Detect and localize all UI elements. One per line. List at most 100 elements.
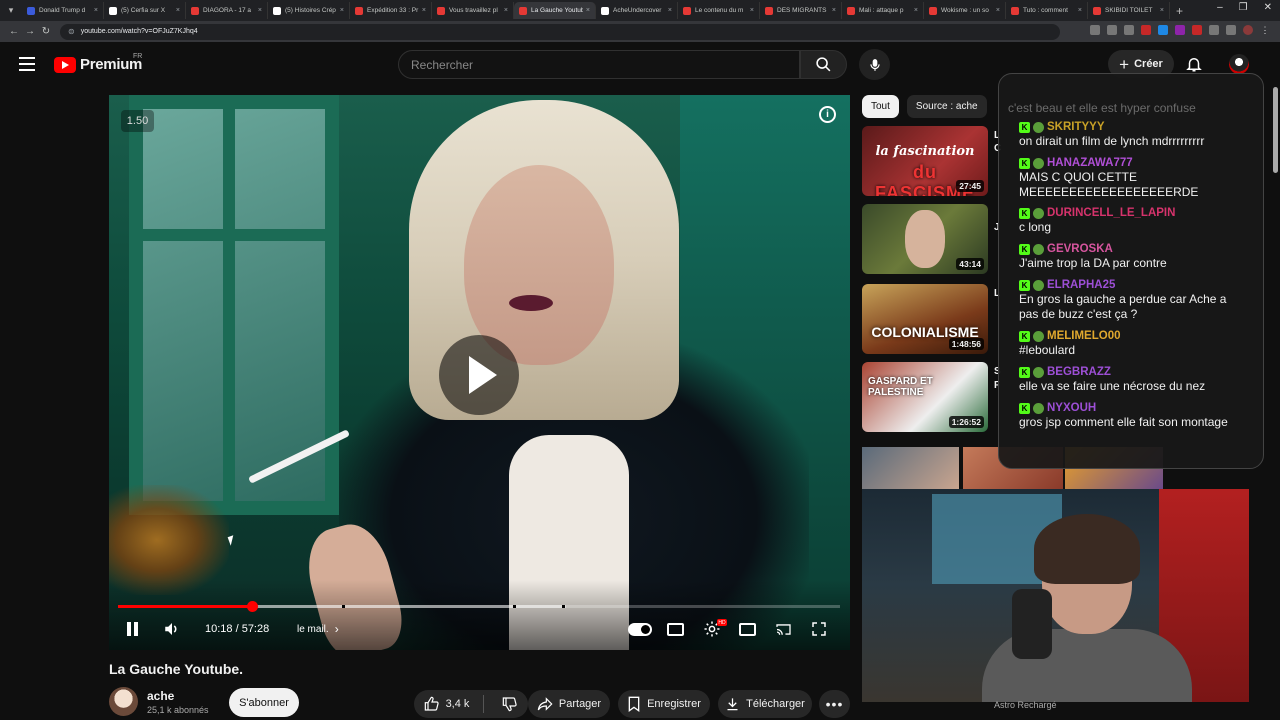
zoom-icon[interactable] (1107, 25, 1117, 35)
fullscreen-icon[interactable] (811, 621, 827, 637)
browser-tab[interactable]: SKIBIDI TOILET × (1088, 2, 1170, 19)
back-icon[interactable]: ← (6, 26, 22, 37)
related-video-thumbnail[interactable]: COLONIALISME 1:48:56 (862, 284, 988, 354)
browser-tab[interactable]: Wokisme : un so × (924, 2, 1006, 19)
subscriber-badge-icon (1033, 402, 1044, 414)
browser-tab[interactable]: (5) Cerfia sur X × (104, 2, 186, 19)
channel-name[interactable]: ache (147, 689, 174, 703)
tab-close-icon[interactable]: × (94, 7, 98, 14)
tab-title: SKIBIDI TOILET (1105, 7, 1153, 14)
volume-icon[interactable] (162, 619, 182, 639)
tab-close-icon[interactable]: × (504, 7, 508, 14)
progress-played (118, 605, 252, 608)
scrubber-handle[interactable] (246, 601, 258, 612)
chat-user[interactable]: K GEVROSKA (1019, 243, 1249, 255)
tab-search-icon[interactable]: ▾ (4, 4, 18, 18)
video-player[interactable]: 1.50 i 10:18 / 57:28 le mail. › HD (109, 95, 850, 650)
related-video-thumbnail[interactable]: la fascination du FASCISME 27:45 (862, 126, 988, 196)
tab-close-icon[interactable]: × (832, 7, 836, 14)
big-play-icon[interactable] (439, 335, 519, 415)
chat-user[interactable]: K MELIMELO00 (1019, 330, 1249, 342)
forward-icon[interactable]: → (22, 26, 38, 37)
bookmark-star-icon[interactable] (1124, 25, 1134, 35)
pause-icon[interactable] (125, 619, 139, 639)
channel-avatar[interactable] (109, 687, 138, 716)
install-icon[interactable] (1090, 25, 1100, 35)
download-button[interactable]: Télécharger (718, 690, 812, 718)
tab-close-icon[interactable]: × (668, 7, 672, 14)
chip-all[interactable]: Tout (862, 95, 899, 118)
more-actions-button[interactable]: ••• (819, 690, 850, 718)
browser-tab[interactable]: Expédition 33 : Pr × (350, 2, 432, 19)
tab-close-icon[interactable]: × (750, 7, 754, 14)
tab-close-icon[interactable]: × (176, 7, 180, 14)
autoplay-toggle[interactable] (628, 623, 652, 636)
subtitles-icon[interactable] (667, 623, 684, 636)
browser-tab[interactable]: (5) Histoires Crép × (268, 2, 350, 19)
browser-tab[interactable]: DES MIGRANTS × (760, 2, 842, 19)
minimize-icon[interactable]: – (1217, 2, 1223, 13)
chat-user[interactable]: K NYXOUH (1019, 402, 1249, 414)
youtube-logo[interactable]: Premium (54, 56, 142, 73)
extension-icon[interactable] (1141, 25, 1151, 35)
chat-user[interactable]: K HANAZAWA777 (1019, 157, 1249, 169)
cast-icon[interactable] (775, 623, 792, 636)
extension-icon[interactable] (1209, 25, 1219, 35)
new-tab-icon[interactable]: + (1176, 4, 1183, 18)
account-avatar[interactable] (1229, 54, 1249, 74)
extension-icon[interactable] (1175, 25, 1185, 35)
chat-user[interactable]: K SKRITYYY (1019, 121, 1249, 133)
page-scrollbar[interactable] (1273, 87, 1278, 173)
related-video-thumbnail[interactable]: 43:14 (862, 204, 988, 274)
chat-message: K HANAZAWA777 MAIS C QUOI CETTE MEEEEEEEEE… (1019, 157, 1249, 200)
chip-source-ache[interactable]: Source : ache (906, 95, 987, 118)
dislike-button[interactable] (490, 696, 518, 712)
share-button[interactable]: Partager (528, 690, 610, 718)
browser-tab[interactable]: AcheUndercover × (596, 2, 678, 19)
chapter-title-button[interactable]: le mail. › (297, 619, 339, 639)
browser-tab[interactable]: Vous travaillez pl × (432, 2, 514, 19)
site-info-icon[interactable]: ⊜ (68, 27, 75, 36)
chat-user[interactable]: K DURINCELL_LE_LAPIN (1019, 207, 1249, 219)
tab-close-icon[interactable]: × (1160, 7, 1164, 14)
like-button[interactable]: 3,4 k (424, 695, 485, 713)
tab-close-icon[interactable]: × (422, 7, 426, 14)
browser-tab[interactable]: Donald Trump d × (22, 2, 104, 19)
tab-close-icon[interactable]: × (996, 7, 1000, 14)
reload-icon[interactable]: ↻ (38, 26, 54, 37)
tab-close-icon[interactable]: × (258, 7, 262, 14)
tab-close-icon[interactable]: × (340, 7, 344, 14)
related-video-thumbnail[interactable]: GASPARD ET PALESTINE 1:26:52 (862, 362, 988, 432)
browser-tab[interactable]: Mali : attaque p × (842, 2, 924, 19)
extensions-puzzle-icon[interactable] (1226, 25, 1236, 35)
close-window-icon[interactable]: ✕ (1264, 2, 1272, 13)
chat-user[interactable]: K ELRAPHA25 (1019, 279, 1249, 291)
address-bar[interactable]: ⊜ youtube.com/watch?v=OFJuZ7KJhq4 (60, 23, 1060, 40)
search-input[interactable]: Rechercher (398, 50, 800, 79)
browser-tab[interactable]: Tuto : comment × (1006, 2, 1088, 19)
browser-tab[interactable]: DIAGORA - 17 a × (186, 2, 268, 19)
tab-favicon-icon (683, 6, 691, 15)
video-duration: 43:14 (956, 258, 984, 270)
more-horizontal-icon: ••• (825, 696, 844, 712)
tab-close-icon[interactable]: × (1078, 7, 1082, 14)
extension-icon[interactable] (1192, 25, 1202, 35)
guide-menu-icon[interactable] (19, 57, 35, 71)
extension-icon[interactable] (1158, 25, 1168, 35)
chat-user[interactable]: K BEGBRAZZ (1019, 366, 1249, 378)
voice-search-button[interactable] (859, 49, 890, 80)
search-button[interactable] (800, 50, 847, 79)
progress-bar[interactable] (118, 601, 840, 612)
info-icon[interactable]: i (819, 106, 836, 123)
miniplayer-icon[interactable] (739, 623, 756, 636)
tab-close-icon[interactable]: × (914, 7, 918, 14)
maximize-icon[interactable]: ❐ (1239, 2, 1248, 13)
browser-tab[interactable]: Le contenu du m × (678, 2, 760, 19)
save-button[interactable]: Enregistrer (618, 690, 710, 718)
subscribe-button[interactable]: S'abonner (229, 688, 299, 717)
tab-close-icon[interactable]: × (586, 7, 590, 14)
browser-menu-icon[interactable]: ⋮ (1260, 25, 1270, 35)
browser-tab[interactable]: La Gauche Youtub × (514, 2, 596, 19)
profile-icon[interactable] (1243, 25, 1253, 35)
notifications-bell-icon[interactable] (1185, 55, 1203, 73)
